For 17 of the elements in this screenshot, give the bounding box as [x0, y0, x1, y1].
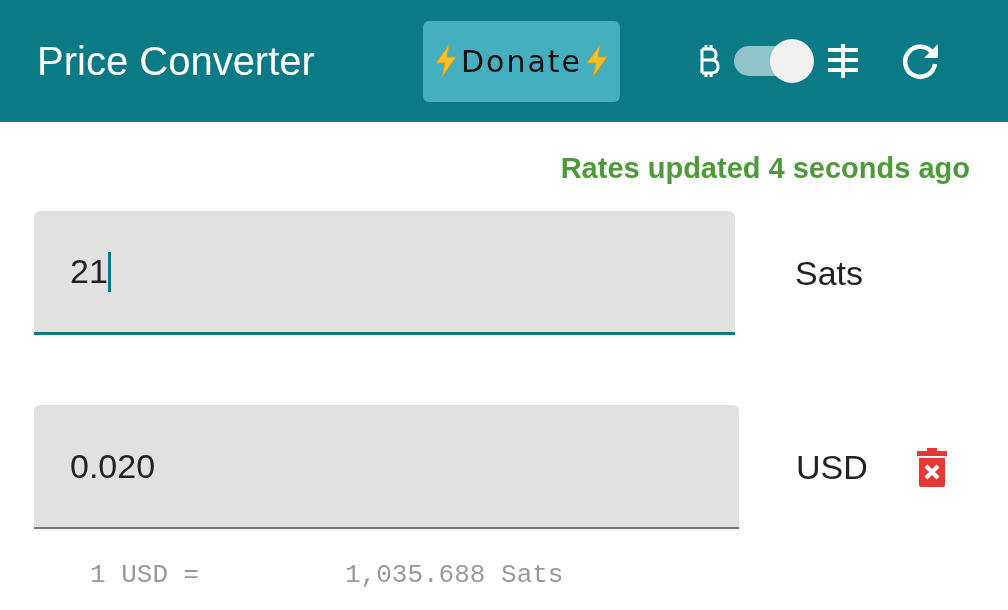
unit-label: USD	[796, 447, 869, 487]
toggle-thumb[interactable]	[770, 39, 815, 83]
app-title: Price Converter	[37, 38, 316, 84]
delete-icon[interactable]	[916, 447, 948, 487]
unit-label: Sats	[795, 253, 865, 293]
donate-button[interactable]: Donate	[423, 20, 621, 102]
amount-field[interactable]: 21	[34, 211, 735, 335]
bars-icon	[826, 44, 861, 78]
toggle-switch[interactable]	[734, 39, 815, 83]
refresh-icon[interactable]	[902, 42, 941, 80]
lightning-icon	[584, 44, 611, 78]
lightning-icon	[433, 44, 459, 78]
bitcoin-icon	[698, 43, 721, 79]
rate-value: 1,035.688 Sats	[345, 560, 564, 590]
amount-field[interactable]: 0.020	[34, 405, 739, 529]
text-cursor	[107, 251, 111, 292]
rate-label: 1 USD =	[90, 560, 201, 590]
